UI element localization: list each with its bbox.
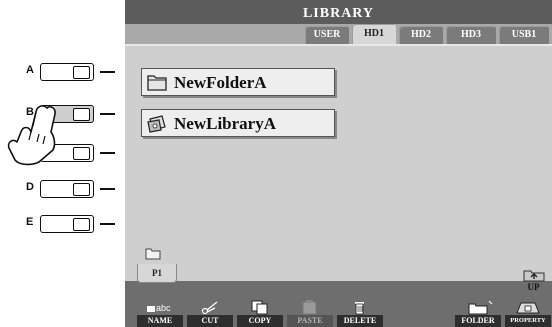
title-bar: LIBRARY [125, 0, 552, 24]
side-button-connector [100, 188, 115, 190]
pointing-hand-icon [7, 105, 56, 166]
side-button-row-a[interactable]: A [0, 61, 130, 83]
side-button-letter: E [26, 216, 34, 228]
paste-label: PASTE [287, 315, 333, 327]
tab-hd2[interactable]: HD2 [399, 26, 443, 44]
library-icon [147, 115, 166, 133]
cut-label: CUT [187, 315, 233, 327]
name-label: NAME [137, 315, 183, 327]
side-button-connector [100, 152, 115, 154]
copy-button[interactable]: COPY [237, 300, 283, 327]
up-label: UP [527, 282, 540, 292]
paste-button[interactable]: PASTE [287, 300, 333, 327]
name-icon-text: abc [156, 303, 171, 313]
page-folder-icon [145, 248, 161, 260]
delete-label: DELETE [337, 315, 383, 327]
side-button-e[interactable] [40, 215, 94, 233]
new-folder-icon [468, 300, 493, 315]
side-button-d[interactable] [40, 180, 94, 198]
name-button[interactable]: abc NAME [137, 300, 183, 327]
property-icon [516, 302, 540, 314]
copy-icon [251, 300, 268, 315]
delete-button[interactable]: DELETE [337, 300, 383, 327]
file-item-folder[interactable]: NewFolderA [141, 68, 335, 96]
file-item-library[interactable]: NewLibraryA [141, 109, 335, 137]
tab-hd1[interactable]: HD1 [352, 24, 396, 44]
cut-button[interactable]: CUT [187, 300, 233, 327]
side-button-connector [100, 113, 115, 115]
paste-icon [302, 300, 317, 315]
page-tab-p1[interactable]: P1 [137, 264, 177, 283]
side-button-letter: D [26, 181, 34, 193]
property-label: PROPERTY [505, 315, 551, 327]
side-button-row-e[interactable]: E [0, 213, 130, 235]
side-button-row-d[interactable]: D [0, 178, 130, 200]
new-folder-button[interactable]: FOLDER [455, 300, 501, 327]
trash-icon [355, 302, 364, 315]
file-item-label: NewLibraryA [174, 114, 276, 133]
scissors-icon [201, 301, 218, 315]
file-item-label: NewFolderA [174, 73, 267, 92]
file-list-area: NewFolderA NewLibraryA [125, 44, 552, 281]
folder-icon [147, 75, 167, 91]
screen-title: LIBRARY [302, 6, 375, 21]
side-button-letter: A [26, 64, 34, 76]
tab-user[interactable]: USER [305, 26, 349, 44]
copy-label: COPY [237, 315, 283, 327]
up-button[interactable]: UP [517, 268, 550, 296]
up-folder-icon [523, 270, 545, 282]
tab-usb1[interactable]: USB1 [499, 26, 549, 44]
side-button-connector [100, 223, 115, 225]
library-screen: LIBRARY USER HD1 HD2 HD3 USB1 NewFolderA… [125, 0, 552, 327]
tab-hd3[interactable]: HD3 [446, 26, 496, 44]
side-button-a[interactable] [40, 63, 94, 81]
side-button-connector [100, 71, 115, 73]
folder-label: FOLDER [455, 315, 501, 327]
property-button[interactable]: PROPERTY [505, 300, 551, 327]
